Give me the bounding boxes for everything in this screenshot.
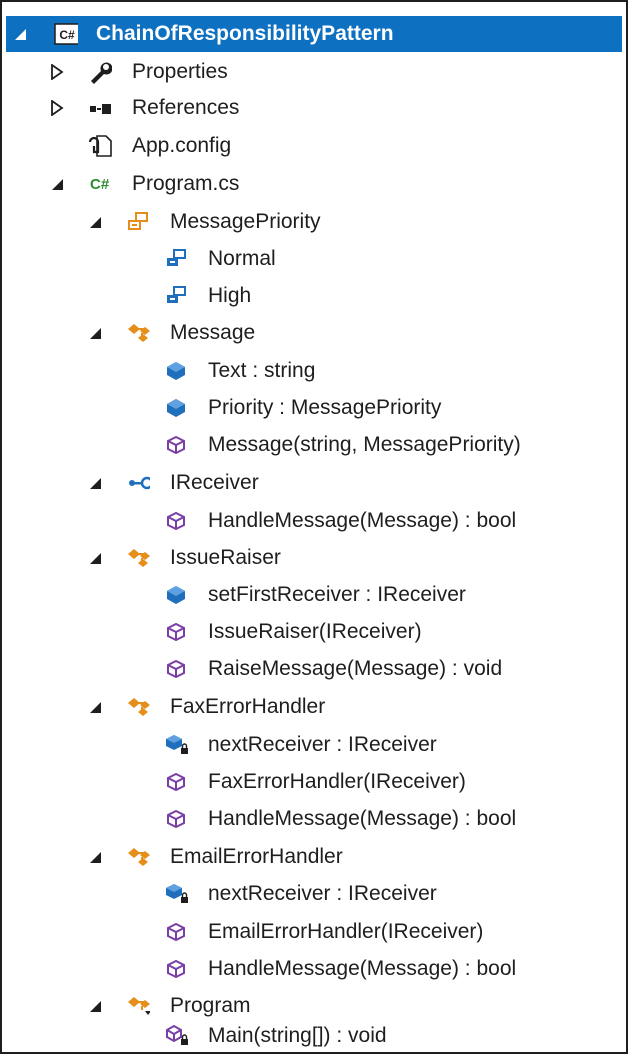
method-icon	[164, 433, 188, 457]
tree-node-project[interactable]: C# ChainOfResponsibilityPattern	[6, 16, 622, 52]
enum-icon	[126, 210, 150, 234]
class-icon	[126, 845, 150, 869]
private-method-icon	[164, 1024, 188, 1048]
tree-node-label: setFirstReceiver : IReceiver	[208, 583, 466, 606]
tree-node-handlemessage[interactable]: HandleMessage(Message) : bool	[2, 951, 626, 987]
class-icon	[126, 321, 150, 345]
tree-node-label: FaxErrorHandler	[170, 695, 326, 718]
method-icon	[164, 770, 188, 794]
tree-node-label: FaxErrorHandler(IReceiver)	[208, 770, 466, 793]
method-icon	[164, 657, 188, 681]
tree-node-label: ChainOfResponsibilityPattern	[96, 22, 394, 45]
tree-node-label: Main(string[]) : void	[208, 1024, 387, 1047]
expanded-arrow-icon[interactable]	[12, 26, 28, 42]
field-icon	[164, 359, 188, 383]
tree-node-text-field[interactable]: Text : string	[2, 353, 626, 389]
tree-node-raisemessage[interactable]: RaiseMessage(Message) : void	[2, 651, 626, 687]
tree-node-label: IssueRaiser(IReceiver)	[208, 620, 422, 643]
expanded-arrow-icon[interactable]	[87, 550, 103, 566]
tree-node-label: Program.cs	[132, 172, 240, 195]
tree-node-message[interactable]: Message	[2, 315, 626, 351]
method-icon	[164, 957, 188, 981]
svg-text:C#: C#	[90, 176, 110, 193]
internal-class-icon	[126, 994, 150, 1018]
private-field-icon	[164, 733, 188, 757]
collapsed-arrow-icon[interactable]	[49, 100, 65, 116]
field-icon	[164, 583, 188, 607]
interface-icon	[126, 471, 150, 495]
tree-node-nextreceiver[interactable]: nextReceiver : IReceiver	[2, 876, 626, 912]
tree-node-emailerrorhandler-ctor[interactable]: EmailErrorHandler(IReceiver)	[2, 914, 626, 950]
method-icon	[164, 509, 188, 533]
tree-node-label: EmailErrorHandler(IReceiver)	[208, 920, 484, 943]
tree-node-app-config[interactable]: App.config	[2, 128, 626, 164]
tree-node-label: nextReceiver : IReceiver	[208, 882, 437, 905]
enum-member-icon	[164, 284, 188, 308]
tree-node-label: EmailErrorHandler	[170, 845, 343, 868]
tree-node-label: Normal	[208, 247, 276, 270]
method-icon	[164, 920, 188, 944]
tree-node-faxerrorhandler-ctor[interactable]: FaxErrorHandler(IReceiver)	[2, 764, 626, 800]
tree-node-references[interactable]: References	[2, 90, 626, 126]
tree-node-faxerrorhandler[interactable]: FaxErrorHandler	[2, 689, 626, 725]
collapsed-arrow-icon[interactable]	[49, 64, 65, 80]
csharp-file-icon: C#	[88, 172, 112, 196]
wrench-icon	[88, 60, 112, 84]
class-icon	[126, 695, 150, 719]
tree-node-label: HandleMessage(Message) : bool	[208, 509, 517, 532]
tree-node-high[interactable]: High	[2, 278, 626, 314]
tree-node-label: HandleMessage(Message) : bool	[208, 807, 517, 830]
tree-node-label: RaiseMessage(Message) : void	[208, 657, 503, 680]
enum-member-icon	[164, 247, 188, 271]
expanded-arrow-icon[interactable]	[87, 325, 103, 341]
tree-node-main[interactable]: Main(string[]) : void	[2, 1020, 626, 1052]
tree-node-label: High	[208, 284, 252, 307]
tree-node-label: nextReceiver : IReceiver	[208, 733, 437, 756]
tree-node-program-cs[interactable]: C# Program.cs	[2, 166, 626, 202]
method-icon	[164, 807, 188, 831]
tree-node-ireceiver[interactable]: IReceiver	[2, 465, 626, 501]
expanded-arrow-icon[interactable]	[49, 176, 65, 192]
tree-node-label: Properties	[132, 60, 228, 83]
tree-node-handlemessage[interactable]: HandleMessage(Message) : bool	[2, 503, 626, 539]
tree-node-label: IssueRaiser	[170, 546, 281, 569]
tree-node-issueraiser[interactable]: IssueRaiser	[2, 540, 626, 576]
tree-node-priority-field[interactable]: Priority : MessagePriority	[2, 390, 626, 426]
field-icon	[164, 396, 188, 420]
tree-node-label: App.config	[132, 134, 232, 157]
solution-explorer-tree: C# ChainOfResponsibilityPattern Properti…	[0, 0, 628, 1054]
tree-node-nextreceiver[interactable]: nextReceiver : IReceiver	[2, 727, 626, 763]
tree-node-label: References	[132, 96, 240, 119]
tree-node-emailerrorhandler[interactable]: EmailErrorHandler	[2, 839, 626, 875]
config-file-icon	[88, 134, 112, 158]
csharp-project-icon: C#	[54, 22, 78, 46]
method-icon	[164, 620, 188, 644]
tree-node-label: Priority : MessagePriority	[208, 396, 442, 419]
private-field-icon	[164, 882, 188, 906]
tree-node-issueraiser-ctor[interactable]: IssueRaiser(IReceiver)	[2, 614, 626, 650]
tree-node-label: HandleMessage(Message) : bool	[208, 957, 517, 980]
tree-node-label: IReceiver	[170, 471, 259, 494]
expanded-arrow-icon[interactable]	[87, 214, 103, 230]
tree-node-label: MessagePriority	[170, 210, 321, 233]
tree-node-program[interactable]: Program	[2, 988, 626, 1024]
tree-node-label: Program	[170, 994, 251, 1017]
expanded-arrow-icon[interactable]	[87, 849, 103, 865]
class-icon	[126, 546, 150, 570]
tree-node-message-ctor[interactable]: Message(string, MessagePriority)	[2, 427, 626, 463]
tree-node-messagepriority[interactable]: MessagePriority	[2, 204, 626, 240]
expanded-arrow-icon[interactable]	[87, 475, 103, 491]
tree-node-setfirstreceiver[interactable]: setFirstReceiver : IReceiver	[2, 577, 626, 613]
references-icon	[88, 96, 112, 120]
tree-node-properties[interactable]: Properties	[2, 54, 626, 90]
tree-node-label: Message	[170, 321, 256, 344]
tree-node-label: Text : string	[208, 359, 316, 382]
tree-node-normal[interactable]: Normal	[2, 241, 626, 277]
expanded-arrow-icon[interactable]	[87, 699, 103, 715]
tree-node-label: Message(string, MessagePriority)	[208, 433, 521, 456]
svg-text:C#: C#	[59, 28, 75, 42]
tree-node-handlemessage[interactable]: HandleMessage(Message) : bool	[2, 801, 626, 837]
expanded-arrow-icon[interactable]	[87, 998, 103, 1014]
